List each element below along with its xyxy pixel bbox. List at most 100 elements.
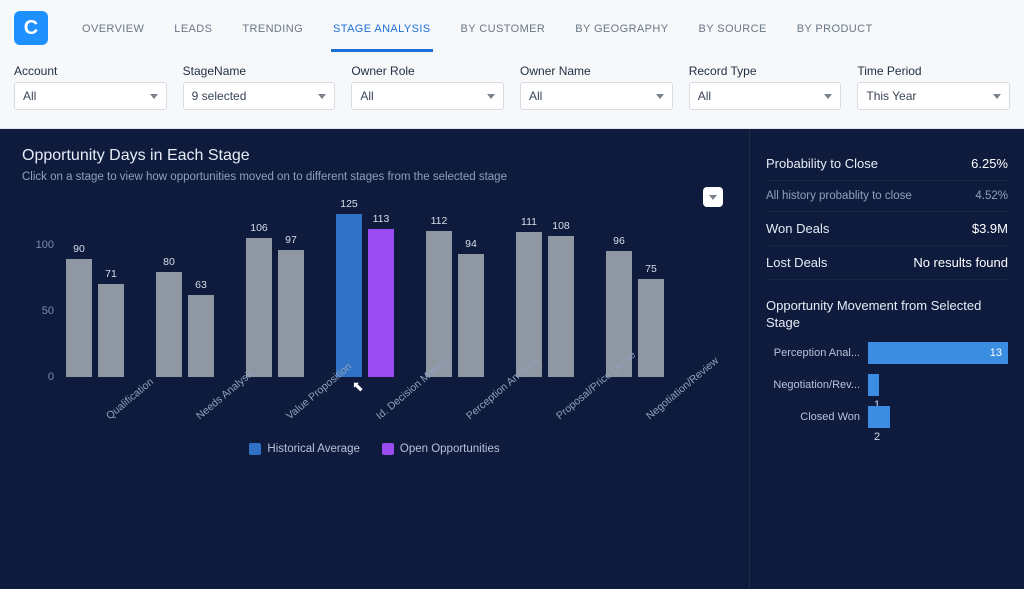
chevron-down-icon: [656, 94, 664, 99]
chevron-down-icon: [709, 195, 717, 200]
chevron-down-icon: [824, 94, 832, 99]
filter-owner-role-select[interactable]: All: [351, 82, 504, 110]
filter-value: This Year: [866, 89, 916, 103]
chart-options-button[interactable]: [703, 187, 723, 207]
bar-historical[interactable]: 125: [336, 214, 362, 377]
chart-legend: Historical Average Open Opportunities: [22, 443, 727, 455]
movement-bar-label: Negotiation/Rev...: [766, 379, 860, 391]
metric-value: No results found: [913, 255, 1008, 270]
filter-record-type-select[interactable]: All: [689, 82, 842, 110]
legend-label: Open Opportunities: [400, 443, 500, 455]
chart-bar-group[interactable]: 11294: [426, 231, 486, 377]
metric-value: 4.52%: [975, 190, 1008, 202]
bar-open[interactable]: 75: [638, 279, 664, 377]
x-axis-label: Value Proposition: [284, 374, 338, 422]
bar-historical[interactable]: 80: [156, 272, 182, 377]
bar-value-label: 106: [250, 222, 268, 234]
filter-stagename: StageName 9 selected: [183, 64, 336, 110]
bar-open[interactable]: 108: [548, 236, 574, 377]
x-axis-label: Proposal/Price Quote: [554, 374, 608, 422]
y-tick: 0: [48, 371, 54, 383]
filter-value: 9 selected: [192, 89, 247, 103]
bar-value-label: 108: [552, 220, 570, 232]
movement-bar-label: Closed Won: [766, 411, 860, 423]
movement-bar-row[interactable]: Perception Anal... 13: [766, 342, 1008, 364]
bar-value-label: 90: [73, 243, 85, 255]
bar-value-label: 113: [373, 213, 390, 225]
bar-historical[interactable]: 112: [426, 231, 452, 377]
bar-open[interactable]: 97: [278, 250, 304, 377]
legend-item-open: Open Opportunities: [382, 443, 500, 455]
chart-bar-group[interactable]: 9071: [66, 259, 126, 377]
tab-leads[interactable]: LEADS: [172, 5, 214, 52]
tab-by-product[interactable]: BY PRODUCT: [795, 5, 875, 52]
x-axis-label: Id. Decision Makers: [374, 374, 428, 422]
bar-open[interactable]: 113: [368, 229, 394, 377]
bar-value-label: 111: [521, 216, 537, 228]
bar-value-label: 125: [340, 198, 358, 210]
x-axis-label: Negotiation/Review: [644, 374, 698, 422]
filter-time-period-select[interactable]: This Year: [857, 82, 1010, 110]
filter-time-period: Time Period This Year: [857, 64, 1010, 110]
filter-owner-name-select[interactable]: All: [520, 82, 673, 110]
legend-swatch-icon: [382, 443, 394, 455]
legend-label: Historical Average: [267, 443, 359, 455]
bar-open[interactable]: 94: [458, 254, 484, 377]
filter-stagename-select[interactable]: 9 selected: [183, 82, 336, 110]
movement-bar-row[interactable]: Negotiation/Rev...1: [766, 374, 1008, 396]
top-nav: C OVERVIEW LEADS TRENDING STAGE ANALYSIS…: [0, 0, 1024, 56]
bar-open[interactable]: 71: [98, 284, 124, 377]
movement-chart[interactable]: Perception Anal... 13 Negotiation/Rev...1 C…: [766, 342, 1008, 428]
x-axis-label: Perception Analysis: [464, 374, 518, 422]
bar-historical[interactable]: 106: [246, 238, 272, 377]
movement-bar[interactable]: 13: [868, 342, 1008, 364]
chart-bar-group[interactable]: 10697: [246, 238, 306, 377]
filter-value: All: [698, 89, 711, 103]
summary-panel: Probability to Close 6.25% All history p…: [749, 129, 1024, 589]
bar-historical[interactable]: 111: [516, 232, 542, 377]
bar-value-label: 97: [285, 234, 297, 246]
chart-bar-group[interactable]: 8063: [156, 272, 216, 377]
chart-bar-group[interactable]: 125113: [336, 214, 396, 377]
filter-account-select[interactable]: All: [14, 82, 167, 110]
tab-by-geography[interactable]: BY GEOGRAPHY: [573, 5, 670, 52]
chart-bar-group[interactable]: 111108: [516, 232, 576, 377]
movement-bar-value: 2: [874, 431, 880, 443]
tab-trending[interactable]: TRENDING: [240, 5, 305, 52]
tab-by-source[interactable]: BY SOURCE: [696, 5, 768, 52]
tab-by-customer[interactable]: BY CUSTOMER: [459, 5, 548, 52]
x-axis-label: Qualification: [104, 374, 158, 422]
filter-label: StageName: [183, 64, 336, 78]
bar-value-label: 71: [105, 268, 117, 280]
movement-bar[interactable]: [868, 374, 879, 396]
metric-won-deals: Won Deals $3.9M: [766, 212, 1008, 246]
y-tick: 50: [42, 305, 54, 317]
chevron-down-icon: [150, 94, 158, 99]
movement-bar-label: Perception Anal...: [766, 347, 860, 359]
movement-bar-track: 13: [868, 342, 1008, 364]
filter-account: Account All: [14, 64, 167, 110]
tab-overview[interactable]: OVERVIEW: [80, 5, 146, 52]
filter-record-type: Record Type All: [689, 64, 842, 110]
dashboard-body: Opportunity Days in Each Stage Click on …: [0, 129, 1024, 589]
bar-open[interactable]: 63: [188, 295, 214, 377]
bar-value-label: 94: [465, 238, 477, 250]
filter-label: Owner Role: [351, 64, 504, 78]
movement-bar[interactable]: [868, 406, 890, 428]
stage-days-panel: Opportunity Days in Each Stage Click on …: [0, 129, 749, 589]
stage-days-chart[interactable]: 0 50 100 9071806310697125113112941111089…: [22, 207, 727, 437]
metric-value: 6.25%: [971, 156, 1008, 171]
tab-stage-analysis[interactable]: STAGE ANALYSIS: [331, 5, 433, 52]
x-axis-label: Needs Analysis: [194, 374, 248, 422]
bar-value-label: 96: [613, 235, 625, 247]
chevron-down-icon: [993, 94, 1001, 99]
chevron-down-icon: [318, 94, 326, 99]
movement-bar-row[interactable]: Closed Won2: [766, 406, 1008, 428]
filter-value: All: [529, 89, 542, 103]
bar-value-label: 75: [645, 263, 657, 275]
legend-swatch-icon: [249, 443, 261, 455]
panel-title: Opportunity Days in Each Stage: [22, 147, 727, 165]
bar-historical[interactable]: 90: [66, 259, 92, 377]
metric-label: Won Deals: [766, 221, 829, 236]
chart-y-axis: 0 50 100: [22, 207, 56, 377]
